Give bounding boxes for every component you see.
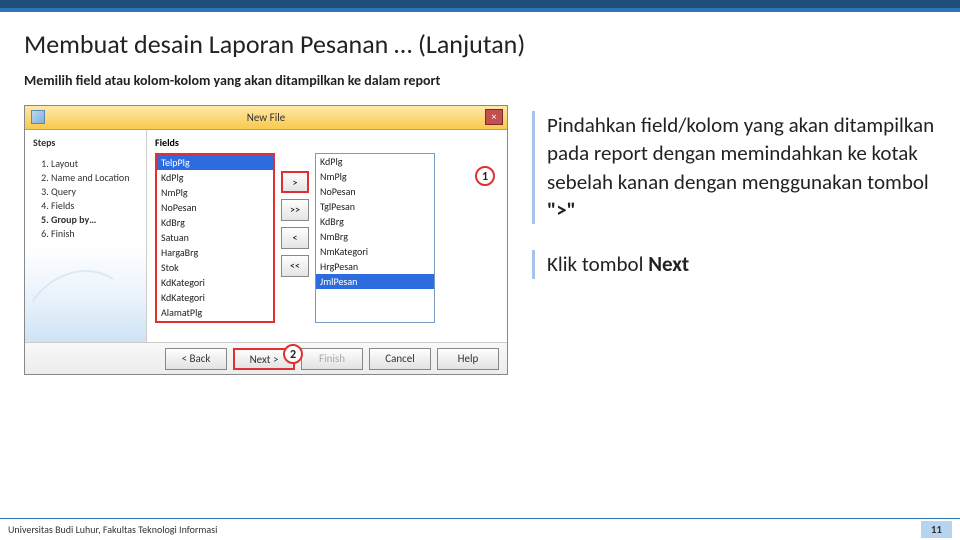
footer-org: Universitas Budi Luhur, Fakultas Teknolo… xyxy=(8,523,217,536)
list-item[interactable]: JmlPesan xyxy=(316,274,434,289)
fields-header: Fields xyxy=(155,136,499,149)
list-item[interactable]: KdPlg xyxy=(316,154,434,169)
step-item: Finish xyxy=(51,227,138,240)
help-button[interactable]: Help xyxy=(437,348,499,370)
list-item[interactable]: HargaBrg xyxy=(157,245,273,260)
move-buttons-column: > >> < << xyxy=(281,153,309,277)
steps-list: LayoutName and LocationQueryFieldsGroup … xyxy=(33,157,138,240)
lists-row: TelpPlgKdPlgNmPlgNoPesanKdBrgSatuanHarga… xyxy=(155,153,499,323)
steps-column: Steps LayoutName and LocationQueryFields… xyxy=(25,130,147,342)
add-all-button[interactable]: >> xyxy=(281,199,309,221)
back-button[interactable]: < Back xyxy=(165,348,227,370)
step-item: Group by… xyxy=(51,213,138,226)
instruction-1-text: Pindahkan field/kolom yang akan ditampil… xyxy=(547,112,934,195)
list-item[interactable]: Stok xyxy=(157,260,273,275)
available-fields-listbox[interactable]: TelpPlgKdPlgNmPlgNoPesanKdBrgSatuanHarga… xyxy=(155,153,275,323)
list-item[interactable]: KdPlg xyxy=(157,170,273,185)
dialog-body: Steps LayoutName and LocationQueryFields… xyxy=(25,130,507,342)
list-item[interactable]: TelpPlg xyxy=(157,155,273,170)
list-item[interactable]: NoPesan xyxy=(316,184,434,199)
close-button[interactable]: × xyxy=(485,109,503,125)
dialog-titlebar: New File × xyxy=(25,106,507,130)
list-item[interactable]: TglPesan xyxy=(316,199,434,214)
list-item[interactable]: NmKategori xyxy=(316,244,434,259)
page-title: Membuat desain Laporan Pesanan … (Lanjut… xyxy=(24,28,936,60)
list-item[interactable]: HrgPesan xyxy=(316,259,434,274)
page-number: 11 xyxy=(921,521,952,538)
list-item[interactable]: NmBrg xyxy=(316,229,434,244)
instruction-1: Pindahkan field/kolom yang akan ditampil… xyxy=(532,111,936,224)
list-item[interactable]: KdKategori xyxy=(157,275,273,290)
list-item[interactable]: AlamatPlg xyxy=(157,305,273,320)
fields-area: Fields TelpPlgKdPlgNmPlgNoPesanKdBrgSatu… xyxy=(147,130,507,342)
instructions-column: Pindahkan field/kolom yang akan ditampil… xyxy=(532,105,936,375)
list-item[interactable]: NoPesan xyxy=(157,200,273,215)
slide-footer: Universitas Budi Luhur, Fakultas Teknolo… xyxy=(0,518,960,540)
list-item[interactable]: NmPlg xyxy=(316,169,434,184)
list-item[interactable]: KdBrg xyxy=(316,214,434,229)
remove-button[interactable]: < xyxy=(281,227,309,249)
callout-marker-2: 2 xyxy=(283,344,303,364)
page-subtitle: Memilih field atau kolom-kolom yang akan… xyxy=(24,72,936,89)
callout-marker-1: 1 xyxy=(475,166,495,186)
step-item: Name and Location xyxy=(51,171,138,184)
top-bar xyxy=(0,0,960,8)
add-button[interactable]: > xyxy=(281,171,309,193)
list-item[interactable]: KdBrg xyxy=(157,215,273,230)
instruction-2: Klik tombol Next xyxy=(532,250,936,278)
selected-fields-listbox[interactable]: KdPlgNmPlgNoPesanTglPesanKdBrgNmBrgNmKat… xyxy=(315,153,435,323)
list-item[interactable]: NmPlg xyxy=(157,185,273,200)
step-item: Query xyxy=(51,185,138,198)
finish-button[interactable]: Finish xyxy=(301,348,363,370)
list-item[interactable]: KdKategori xyxy=(157,290,273,305)
instruction-2-text: Klik tombol xyxy=(547,251,648,277)
dialog-screenshot: New File × Steps LayoutName and Location… xyxy=(24,105,508,375)
cancel-button[interactable]: Cancel xyxy=(369,348,431,370)
step-item: Fields xyxy=(51,199,138,212)
instruction-2-bold: Next xyxy=(648,251,689,277)
new-file-dialog: New File × Steps LayoutName and Location… xyxy=(24,105,508,375)
dialog-title-text: New File xyxy=(247,111,285,124)
step-item: Layout xyxy=(51,157,138,170)
cube-icon xyxy=(31,110,45,124)
remove-all-button[interactable]: << xyxy=(281,255,309,277)
main-row: New File × Steps LayoutName and Location… xyxy=(24,105,936,375)
steps-header: Steps xyxy=(33,136,138,149)
list-item[interactable]: Satuan xyxy=(157,230,273,245)
slide-content: Membuat desain Laporan Pesanan … (Lanjut… xyxy=(0,12,960,375)
instruction-1-bold: ">" xyxy=(547,197,576,223)
